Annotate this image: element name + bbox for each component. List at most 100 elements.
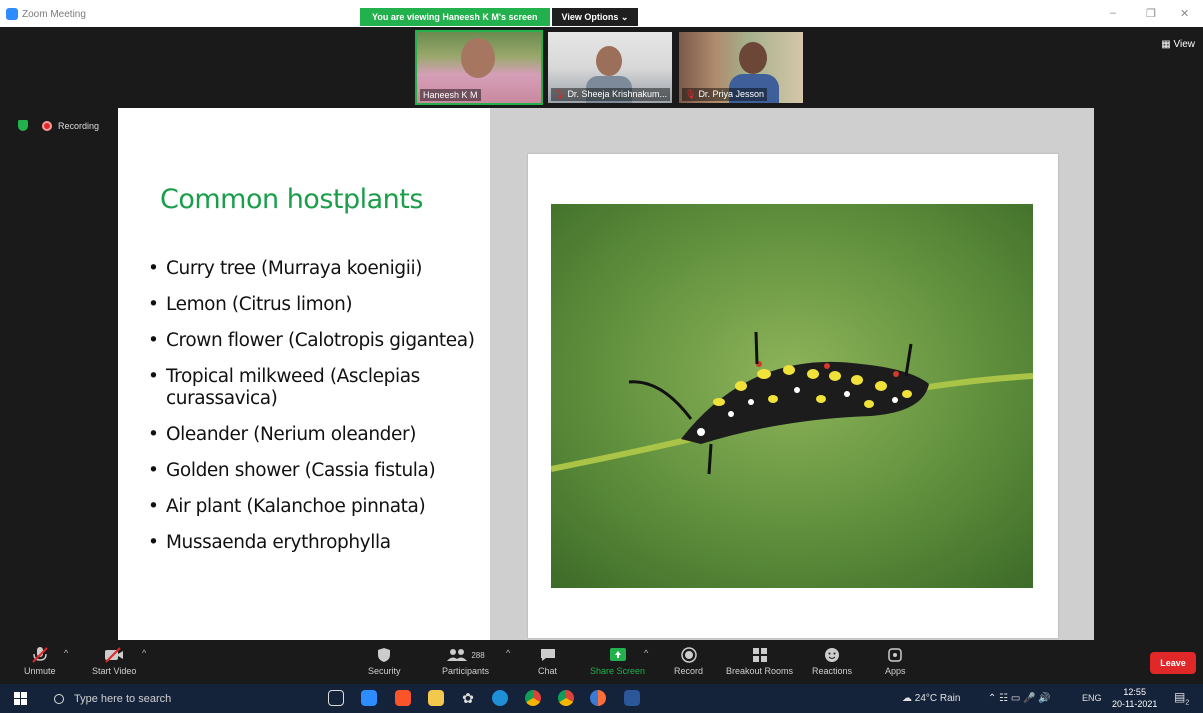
chrome-profile-icon[interactable] xyxy=(558,690,574,706)
apps-button[interactable]: Apps xyxy=(885,644,906,676)
participant-name-row: 🎙 Dr. Sheeja Krishnakum... xyxy=(551,88,670,101)
list-item: Tropical milkweed (Asclepias curassavica… xyxy=(148,366,488,410)
breakout-rooms-label: Breakout Rooms xyxy=(726,666,794,676)
microphone-icon: 🎤 xyxy=(1023,693,1036,704)
participant-name: Haneesh K M xyxy=(420,89,481,101)
record-button[interactable]: Record xyxy=(674,644,703,676)
language-indicator[interactable]: ENG xyxy=(1082,693,1102,703)
apps-label: Apps xyxy=(885,666,906,676)
zoom-app-icon xyxy=(6,8,18,20)
participants-chevron-icon[interactable]: ^ xyxy=(506,648,510,658)
smiley-icon xyxy=(824,644,840,666)
reactions-label: Reactions xyxy=(812,666,853,676)
weather-widget[interactable]: ☁ 24°C Rain xyxy=(902,693,960,704)
task-view-icon[interactable] xyxy=(328,690,344,706)
chrome-browser-icon[interactable] xyxy=(525,690,541,706)
share-screen-label: Share Screen xyxy=(590,666,646,676)
list-item: Curry tree (Murraya koenigii) xyxy=(148,258,488,280)
share-screen-icon xyxy=(609,644,627,666)
participants-button[interactable]: 288 Participants xyxy=(442,644,489,676)
window-title: Zoom Meeting xyxy=(22,9,86,20)
chrome-canary-icon[interactable] xyxy=(590,690,606,706)
list-item: Golden shower (Cassia fistula) xyxy=(148,460,488,482)
participant-name: Dr. Priya Jesson xyxy=(698,89,764,99)
encryption-shield-icon[interactable] xyxy=(18,120,28,131)
zoom-taskbar-icon[interactable] xyxy=(361,690,377,706)
start-video-button[interactable]: Start Video xyxy=(92,644,136,676)
search-placeholder: Type here to search xyxy=(74,692,172,705)
unmute-button[interactable]: Unmute xyxy=(24,644,56,676)
battery-icon: ▭ xyxy=(1010,693,1021,704)
participants-label: Participants xyxy=(442,666,490,676)
view-layout-button[interactable]: ▦ View xyxy=(1161,39,1195,50)
participant-video-tile[interactable]: Haneesh K M xyxy=(415,30,543,105)
windows-start-icon[interactable] xyxy=(14,692,27,705)
meeting-toolbar: Unmute ^ Start Video ^ Security 288 Part… xyxy=(0,640,1203,684)
leave-button[interactable]: Leave xyxy=(1150,652,1196,674)
file-explorer-icon[interactable] xyxy=(428,690,444,706)
recording-indicator: Recording xyxy=(18,120,99,131)
security-button[interactable]: Security xyxy=(368,644,401,676)
shared-screen-slide: Common hostplants Curry tree (Murraya ko… xyxy=(118,108,1094,640)
notification-icon[interactable]: ▤2 xyxy=(1174,690,1189,706)
chat-label: Chat xyxy=(538,666,558,676)
viewing-screen-label: You are viewing Haneesh K M's screen xyxy=(360,8,550,26)
slide-heading: Common hostplants xyxy=(160,184,423,215)
taskbar-search-box[interactable]: Type here to search xyxy=(44,688,304,709)
shield-icon xyxy=(377,644,391,666)
list-item: Crown flower (Calotropis gigantea) xyxy=(148,330,488,352)
taskbar-clock[interactable]: 12:55 20-11-2021 xyxy=(1112,686,1157,710)
photo-card xyxy=(528,154,1058,638)
settings-gear-icon[interactable]: ✿ xyxy=(460,690,476,706)
close-button[interactable]: ✕ xyxy=(1180,7,1189,20)
recording-dot-icon xyxy=(42,120,52,131)
chat-icon xyxy=(540,644,556,666)
share-options-chevron-icon[interactable]: ^ xyxy=(644,648,648,658)
search-icon xyxy=(54,693,64,704)
start-video-label: Start Video xyxy=(92,666,137,676)
restore-button[interactable]: ❐ xyxy=(1146,7,1156,20)
screen-share-banner: You are viewing Haneesh K M's screen Vie… xyxy=(360,8,639,26)
edge-browser-icon[interactable] xyxy=(492,690,508,706)
hostplant-list: Curry tree (Murraya koenigii) Lemon (Cit… xyxy=(148,258,488,568)
word-icon[interactable] xyxy=(624,690,640,706)
weather-text: 24°C Rain xyxy=(914,693,961,704)
video-options-chevron-icon[interactable]: ^ xyxy=(142,648,146,658)
chevron-up-icon: ⌃ xyxy=(988,693,997,704)
brave-browser-icon[interactable] xyxy=(395,690,411,706)
participant-video-tile[interactable]: 🎙 Dr. Priya Jesson xyxy=(677,30,805,105)
weather-cloud-icon: ☁ xyxy=(902,693,915,704)
apps-icon xyxy=(888,644,902,666)
list-item: Mussaenda erythrophylla xyxy=(148,532,488,554)
participant-video-tile[interactable]: 🎙 Dr. Sheeja Krishnakum... xyxy=(546,30,674,105)
mic-muted-icon: 🎙 xyxy=(685,89,697,99)
microphone-muted-icon xyxy=(31,644,49,666)
recording-label: Recording xyxy=(58,120,100,131)
mic-muted-icon: 🎙 xyxy=(554,89,566,99)
list-item: Oleander (Nerium oleander) xyxy=(148,424,488,446)
tray-icons[interactable]: ⌃ ☷ ▭ 🎤 🔊 xyxy=(988,693,1051,704)
participants-count: 288 xyxy=(471,650,485,660)
reactions-button[interactable]: Reactions xyxy=(812,644,852,676)
participant-name-row: 🎙 Dr. Priya Jesson xyxy=(682,88,767,101)
audio-options-chevron-icon[interactable]: ^ xyxy=(64,648,68,658)
chat-button[interactable]: Chat xyxy=(538,644,557,676)
network-icon: ☷ xyxy=(999,693,1009,704)
list-item: Lemon (Citrus limon) xyxy=(148,294,488,316)
view-options-button[interactable]: View Options ⌄ xyxy=(551,8,639,26)
unmute-label: Unmute xyxy=(24,666,56,676)
list-item: Air plant (Kalanchoe pinnata) xyxy=(148,496,488,518)
breakout-rooms-button[interactable]: Breakout Rooms xyxy=(726,644,793,676)
breakout-rooms-icon xyxy=(752,644,768,666)
meeting-area: Haneesh K M 🎙 Dr. Sheeja Krishnakum... 🎙 D… xyxy=(0,27,1203,640)
share-screen-button[interactable]: Share Screen xyxy=(590,644,645,676)
title-bar: Zoom Meeting You are viewing Haneesh K M… xyxy=(0,0,1203,27)
security-label: Security xyxy=(368,666,401,676)
notification-count: 2 xyxy=(1185,699,1190,707)
caterpillar-photo xyxy=(551,204,1033,588)
video-off-icon xyxy=(104,644,124,666)
participant-name: Dr. Sheeja Krishnakum... xyxy=(567,89,667,99)
participant-thumbnails: Haneesh K M 🎙 Dr. Sheeja Krishnakum... 🎙 D… xyxy=(415,30,805,105)
minimize-button[interactable]: – xyxy=(1110,7,1116,19)
participants-icon: 288 xyxy=(446,644,485,666)
